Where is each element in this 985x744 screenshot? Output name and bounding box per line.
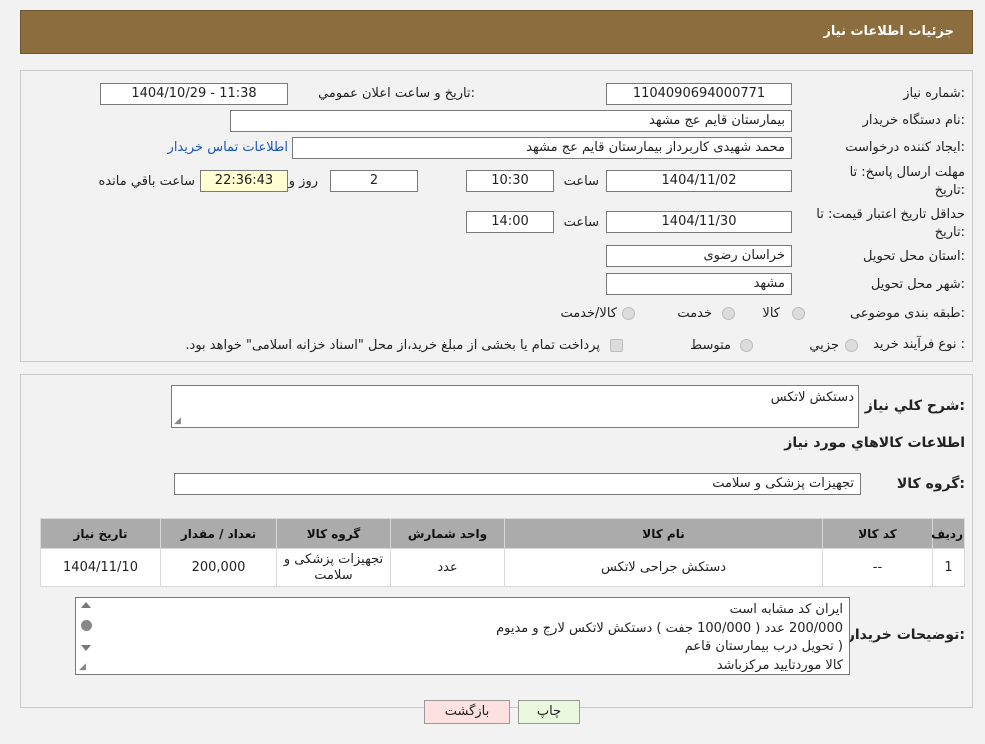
category-service-radio[interactable] — [722, 307, 735, 320]
cell-code: -- — [822, 548, 933, 587]
general-description-text: دستکش لاتکس — [770, 390, 854, 405]
buyer-notes-label: توضيحات خريدار: — [846, 627, 965, 643]
treasury-payment-note: پرداخت تمام یا بخشی از مبلغ خرید،از محل … — [185, 338, 600, 353]
cell-group: تجهیزات پزشکی و سلامت — [276, 548, 391, 587]
remaining-time-label: ساعت باقي مانده — [98, 174, 195, 189]
process-minor-radio[interactable] — [845, 339, 858, 352]
page-title: جزئیات اطلاعات نیاز — [823, 24, 954, 39]
col-group-header: گروه كالا — [276, 518, 391, 549]
notes-scrollbar[interactable]: ◢ — [76, 598, 96, 674]
province-label: استان محل تحویل: — [863, 249, 965, 264]
buyer-org-field[interactable]: بیمارستان قایم عج مشهد — [230, 110, 792, 132]
price-validity-label: حداقل تاریخ اعتبار قیمت: تا — [816, 207, 965, 222]
requester-label: ایجاد کننده درخواست: — [845, 140, 965, 155]
scroll-up-icon[interactable] — [81, 602, 91, 608]
items-table: رديف كد كالا نام كالا واحد شمارش گروه كا… — [40, 518, 965, 587]
need-number-field[interactable]: 1104090694000771 — [606, 83, 792, 105]
buyer-contact-link[interactable]: اطلاعات تماس خریدار — [168, 140, 288, 155]
process-medium-radio[interactable] — [740, 339, 753, 352]
items-info-title: اطلاعات كالاهاي مورد نياز — [784, 435, 965, 451]
back-button[interactable]: بازگشت — [424, 700, 510, 724]
buyer-notes-line: ( تحویل درب بیمارستان قاعم — [684, 639, 843, 654]
buyer-notes-line: ایران کد مشابه است — [729, 602, 843, 617]
purchase-process-label: نوع فرآیند خرید : — [873, 337, 965, 352]
city-label: شهر محل تحویل: — [870, 277, 965, 292]
col-code-header: كد كالا — [822, 518, 933, 549]
process-minor-label: جزیي — [809, 338, 839, 353]
col-row-header: رديف — [931, 518, 965, 549]
city-field[interactable]: مشهد — [606, 273, 792, 295]
buyer-notes-content: ایران کد مشابه است 200/000 عدد ( 100/000… — [106, 601, 843, 675]
table-header-row: رديف كد كالا نام كالا واحد شمارش گروه كا… — [40, 518, 965, 549]
province-field[interactable]: خراسان رضوی — [606, 245, 792, 267]
col-name-header: نام كالا — [504, 518, 823, 549]
goods-group-field[interactable]: تجهیزات پزشکی و سلامت — [174, 473, 861, 495]
col-quantity-header: تعداد / مقدار — [160, 518, 277, 549]
buyer-notes-line: کالا موردتایید مرکزباشد — [716, 657, 843, 673]
deadline-label-date: تاریخ: — [934, 183, 965, 198]
cell-row: 1 — [932, 548, 965, 587]
deadline-label: مهلت ارسال پاسخ: تا — [849, 165, 965, 180]
goods-group-label: گروه كالا: — [896, 476, 965, 492]
deadline-date-field[interactable]: 1404/11/02 — [606, 170, 792, 192]
col-date-header: تاريخ نياز — [40, 518, 161, 549]
deadline-time-field[interactable]: 10:30 — [466, 170, 554, 192]
category-goods-service-radio[interactable] — [622, 307, 635, 320]
category-label: طبقه بندی موضوعی: — [849, 306, 965, 321]
process-medium-label: متوسط — [690, 338, 731, 353]
requester-field[interactable]: محمد شهیدی کاربرداز بیمارستان قایم عج مش… — [292, 137, 792, 159]
cell-date: 1404/11/10 — [40, 548, 161, 587]
col-unit-header: واحد شمارش — [390, 518, 505, 549]
scroll-down-icon[interactable] — [81, 645, 91, 651]
table-row: 1 -- دستکش جراحی لاتکس عدد تجهیزات پزشکی… — [40, 548, 965, 587]
deadline-time-label: ساعت — [563, 174, 599, 189]
validity-time-field[interactable]: 14:00 — [466, 211, 554, 233]
scroll-thumb[interactable] — [81, 620, 92, 631]
validity-date-field[interactable]: 1404/11/30 — [606, 211, 792, 233]
price-validity-label-date: تاریخ: — [934, 225, 965, 240]
treasury-payment-checkbox[interactable] — [610, 339, 623, 352]
resize-handle-icon[interactable]: ◢ — [79, 662, 86, 672]
need-number-label: شماره نیاز: — [903, 86, 965, 101]
days-field[interactable]: 2 — [330, 170, 418, 192]
cell-name: دستکش جراحی لاتکس — [504, 548, 823, 587]
validity-time-label: ساعت — [563, 215, 599, 230]
days-label: روز و — [288, 174, 318, 189]
general-description-label: شرح كلي نياز: — [864, 398, 965, 414]
category-goods-radio[interactable] — [792, 307, 805, 320]
category-service-label: خدمت — [677, 306, 712, 321]
print-button[interactable]: چاپ — [518, 700, 580, 724]
buyer-notes-line: 200/000 عدد ( 100/000 جفت ) دستکش لاتکس … — [496, 620, 843, 636]
announce-datetime-field[interactable]: 1404/10/29 - 11:38 — [100, 83, 288, 105]
cell-unit: عدد — [390, 548, 505, 587]
buyer-notes-textarea[interactable]: ایران کد مشابه است 200/000 عدد ( 100/000… — [75, 597, 850, 675]
cell-quantity: 200,000 — [160, 548, 277, 587]
category-goods-service-label: کالا/خدمت — [560, 306, 617, 321]
category-goods-label: کالا — [762, 306, 780, 321]
resize-handle-icon[interactable]: ◢ — [174, 416, 181, 426]
general-description-textarea[interactable]: دستکش لاتکس ◢ — [171, 385, 859, 428]
announce-datetime-label: تاریخ و ساعت اعلان عمومي: — [318, 86, 475, 101]
buyer-org-label: نام دستگاه خریدار: — [862, 113, 965, 128]
remaining-time-field[interactable]: 22:36:43 — [200, 170, 288, 192]
page-header: جزئیات اطلاعات نیاز — [20, 10, 973, 54]
